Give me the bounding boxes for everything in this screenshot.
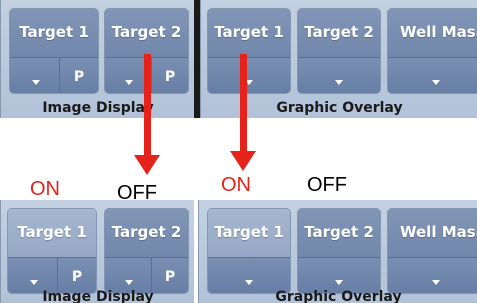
well-mask-label: Well Mask: [400, 23, 477, 41]
graphic-overlay-target-1-button-on[interactable]: Target 1: [207, 208, 291, 294]
target-1-label: Target 1: [17, 223, 87, 241]
target-1-label: Target 1: [19, 23, 89, 41]
chevron-down-icon[interactable]: [245, 280, 253, 285]
chevron-down-icon[interactable]: [432, 280, 440, 285]
on-label: ON: [30, 178, 60, 200]
chevron-down-icon[interactable]: [432, 80, 440, 85]
graphic-overlay-well-mask-button[interactable]: Well Mask: [387, 208, 477, 294]
off-label: OFF: [307, 174, 347, 196]
target-2-label: Target 2: [111, 23, 182, 41]
graphic-overlay-group: Target 1 Target 2 Well Mask Graphic Over…: [198, 200, 477, 303]
well-mask-label: Well Mask: [400, 223, 477, 241]
chevron-down-icon[interactable]: [335, 280, 343, 285]
image-display-group: Target 1 P Target 2 P Image Display: [0, 200, 195, 303]
chevron-down-icon[interactable]: [30, 280, 38, 285]
arrow-shaft: [240, 54, 247, 152]
graphic-overlay-well-mask-button[interactable]: Well Mask: [387, 8, 477, 94]
chevron-down-icon[interactable]: [125, 280, 133, 285]
image-display-target-1-button[interactable]: Target 1 P: [9, 8, 99, 94]
chevron-down-icon[interactable]: [32, 80, 40, 85]
chevron-down-icon[interactable]: [335, 80, 343, 85]
target-1-label: Target 1: [214, 223, 284, 241]
image-display-target-2-button-off[interactable]: Target 2 P: [104, 208, 189, 294]
image-display-label: Image Display: [42, 289, 154, 303]
chevron-down-icon[interactable]: [125, 80, 133, 85]
ribbon-before: Target 1 P Target 2 P Image Display Targ…: [0, 0, 477, 118]
graphic-overlay-target-2-button[interactable]: Target 2: [297, 8, 381, 94]
graphic-overlay-target-1-button[interactable]: Target 1: [207, 8, 291, 94]
image-display-target-1-button-on[interactable]: Target 1 P: [7, 208, 97, 294]
down-arrow-icon: [134, 155, 160, 175]
graphic-overlay-label: Graphic Overlay: [275, 289, 402, 303]
target-1-label: Target 1: [214, 23, 284, 41]
ribbon-after: Target 1 P Target 2 P Image Display Targ…: [0, 200, 477, 303]
image-display-group: Target 1 P Target 2 P Image Display: [0, 0, 195, 118]
graphic-overlay-target-2-button-off[interactable]: Target 2: [297, 208, 381, 294]
on-label: ON: [221, 174, 251, 196]
down-arrow-icon: [230, 151, 256, 171]
p-button[interactable]: P: [151, 58, 188, 93]
target-2-label: Target 2: [304, 23, 374, 41]
target-2-label: Target 2: [111, 223, 182, 241]
image-display-label: Image Display: [42, 100, 154, 116]
target-2-label: Target 2: [304, 223, 374, 241]
arrow-shaft: [144, 54, 151, 156]
p-button[interactable]: P: [59, 58, 98, 93]
